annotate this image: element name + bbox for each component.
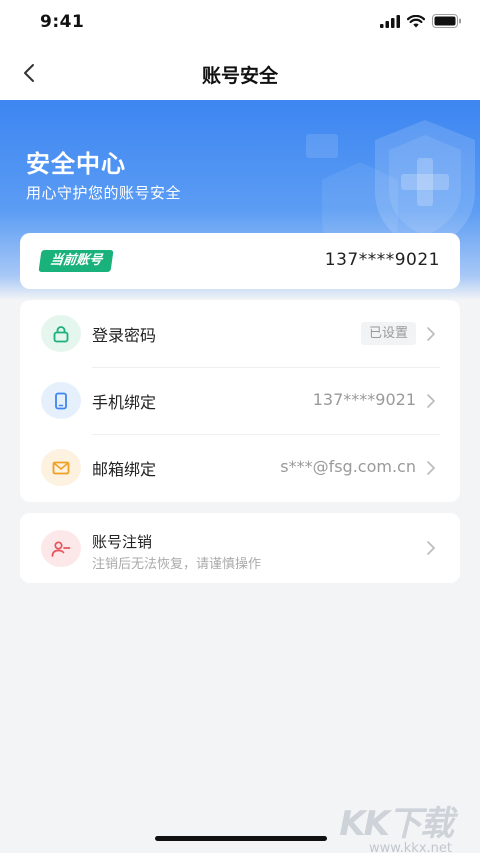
login-password-row[interactable]: 登录密码 已设置	[20, 300, 460, 367]
email-binding-value: s***@fsg.com.cn	[280, 457, 416, 476]
page-title: 账号安全	[201, 65, 278, 87]
lock-icon	[41, 315, 81, 352]
login-password-label: 登录密码	[92, 326, 157, 345]
chevron-right-icon	[427, 394, 435, 408]
mail-icon	[41, 449, 81, 486]
status-time: 9:41	[40, 12, 85, 32]
current-account-tag: 当前账号	[38, 250, 114, 272]
battery-icon	[432, 14, 461, 28]
hero-title: 安全中心	[26, 150, 126, 178]
email-binding-label: 邮箱绑定	[92, 460, 157, 479]
email-binding-row[interactable]: 邮箱绑定 s***@fsg.com.cn	[20, 434, 460, 501]
home-indicator[interactable]	[155, 836, 327, 841]
watermark: KK下载 www.kkx.net	[339, 796, 454, 853]
watermark-logo: KK下载	[339, 804, 454, 844]
account-cancel-row[interactable]: 账号注销 注销后无法恢复，请谨慎操作	[20, 513, 460, 583]
user-remove-icon	[41, 530, 81, 567]
wifi-icon	[407, 14, 425, 27]
account-cancel-hint: 注销后无法恢复，请谨慎操作	[92, 557, 262, 572]
chevron-right-icon	[427, 327, 435, 341]
watermark-url: www.kkx.net	[368, 841, 452, 853]
phone-icon	[41, 382, 81, 419]
phone-binding-value: 137****9021	[312, 390, 416, 409]
signal-icon	[380, 14, 400, 28]
phone-binding-row[interactable]: 手机绑定 137****9021	[20, 367, 460, 434]
chevron-right-icon	[427, 541, 435, 555]
phone-binding-label: 手机绑定	[92, 393, 157, 412]
status-icons	[380, 14, 462, 28]
chevron-right-icon	[427, 461, 435, 475]
nav-bar: 账号安全	[0, 46, 480, 100]
hero-subtitle: 用心守护您的账号安全	[26, 184, 182, 202]
account-cancel-label: 账号注销	[92, 533, 153, 551]
current-account-card: 当前账号 137****9021	[20, 233, 460, 289]
password-status-badge: 已设置	[360, 322, 416, 345]
status-bar: 9:41	[0, 0, 480, 46]
account-number: 137****9021	[324, 250, 440, 270]
security-list: 登录密码 已设置 手机绑定 137****9021 邮箱绑定 s***@fsg.…	[20, 300, 460, 502]
